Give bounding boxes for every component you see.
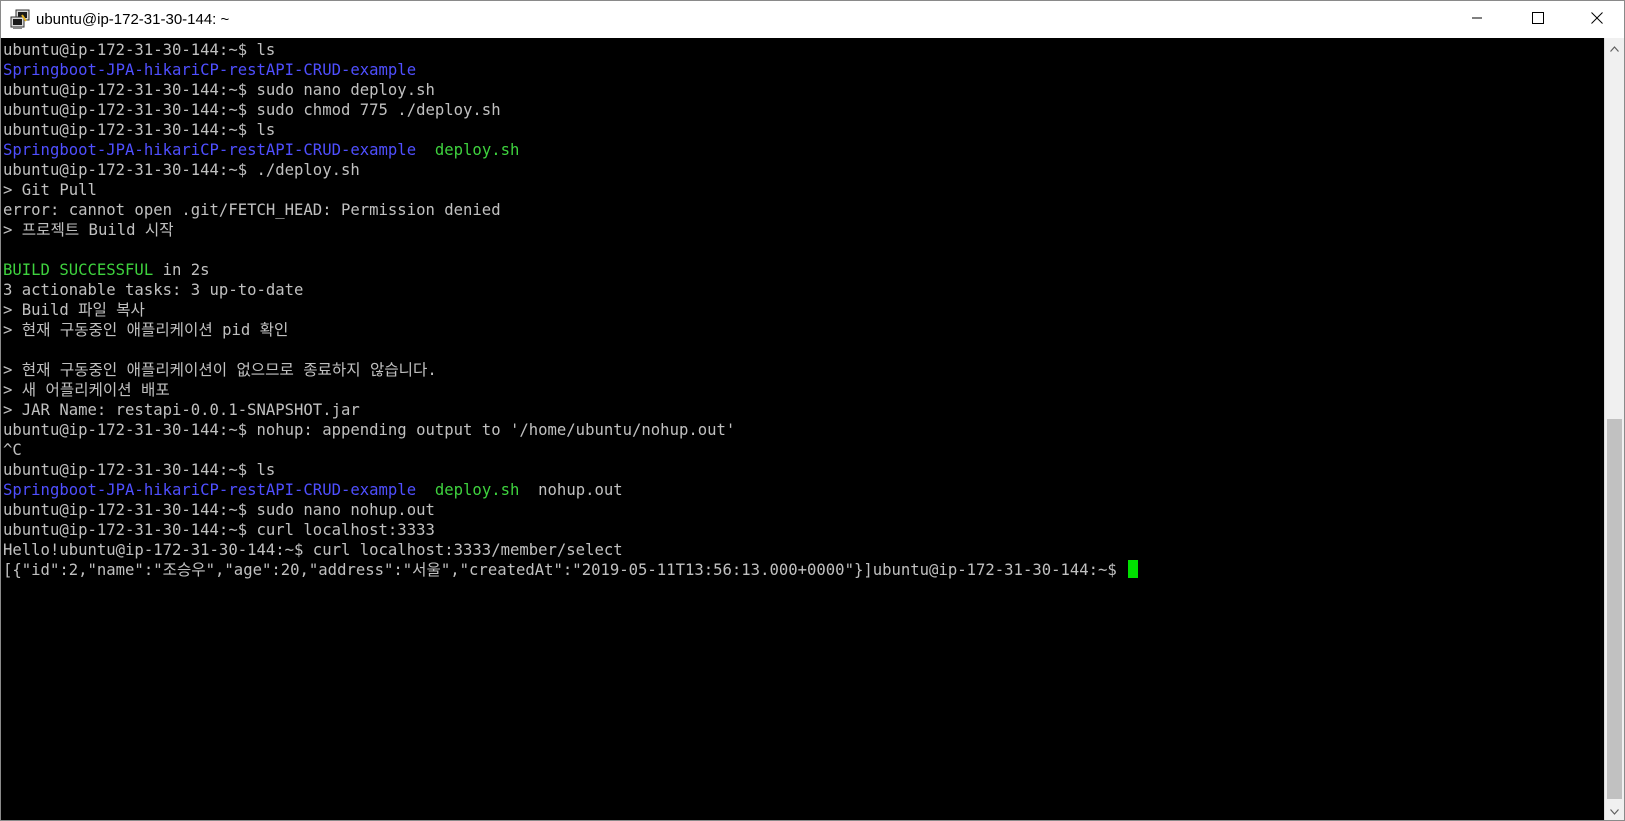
- terminal-line: > 현재 구동중인 애플리케이션 pid 확인: [1, 320, 1605, 340]
- terminal-text-segment: > Build 파일 복사: [3, 301, 145, 319]
- terminal-line: ubuntu@ip-172-31-30-144:~$ ls: [1, 40, 1605, 60]
- scroll-down-arrow-icon: [1610, 802, 1619, 820]
- terminal-text-segment: Springboot-JPA-hikariCP-restAPI-CRUD-exa…: [3, 141, 417, 159]
- terminal-text-segment: deploy.sh: [434, 481, 520, 499]
- terminal-cursor: [1128, 560, 1139, 578]
- window-title: ubuntu@ip-172-31-30-144: ~: [36, 11, 230, 28]
- vertical-scrollbar[interactable]: [1604, 38, 1624, 820]
- terminal-line: ubuntu@ip-172-31-30-144:~$ sudo nano noh…: [1, 500, 1605, 520]
- terminal-text-segment: deploy.sh: [434, 141, 520, 159]
- close-button[interactable]: [1568, 1, 1624, 38]
- terminal-text-segment: ^C: [3, 441, 22, 459]
- terminal-line: ubuntu@ip-172-31-30-144:~$ ls: [1, 120, 1605, 140]
- terminal-text-segment: ubuntu@ip-172-31-30-144:~$ ls: [3, 461, 276, 479]
- title-bar[interactable]: ubuntu@ip-172-31-30-144: ~: [1, 1, 1624, 38]
- terminal-text-segment: ubuntu@ip-172-31-30-144:~$ ./deploy.sh: [3, 161, 360, 179]
- terminal-line: ubuntu@ip-172-31-30-144:~$ ./deploy.sh: [1, 160, 1605, 180]
- minimize-button[interactable]: [1448, 1, 1506, 38]
- terminal-line: > JAR Name: restapi-0.0.1-SNAPSHOT.jar: [1, 400, 1605, 420]
- terminal-text-segment: Springboot-JPA-hikariCP-restAPI-CRUD-exa…: [3, 481, 417, 499]
- maximize-icon: [1532, 11, 1544, 28]
- terminal-text-segment: > 새 어플리케이션 배포: [3, 381, 170, 399]
- terminal-text-segment: > 프로젝트 Build 시작: [3, 221, 174, 239]
- close-icon: [1591, 11, 1603, 28]
- maximize-button[interactable]: [1509, 1, 1567, 38]
- terminal-text-segment: > Git Pull: [3, 181, 97, 199]
- terminal-line: ubuntu@ip-172-31-30-144:~$ ls: [1, 460, 1605, 480]
- terminal-output[interactable]: ubuntu@ip-172-31-30-144:~$ ls Springboot-…: [1, 38, 1605, 820]
- terminal-line: [{"id":2,"name":"조승우","age":20,"address"…: [1, 560, 1605, 580]
- terminal-line: Springboot-JPA-hikariCP-restAPI-CRUD-exa…: [1, 60, 1605, 80]
- terminal-text-segment: ubuntu@ip-172-31-30-144:~$ ls: [3, 121, 276, 139]
- terminal-text-segment: ubuntu@ip-172-31-30-144:~$ sudo nano noh…: [3, 501, 435, 519]
- terminal-text-segment: ubuntu@ip-172-31-30-144:~$ nohup: append…: [3, 421, 736, 439]
- terminal-line: Springboot-JPA-hikariCP-restAPI-CRUD-exa…: [1, 140, 1605, 160]
- terminal-line: > 프로젝트 Build 시작: [1, 220, 1605, 240]
- scroll-up-arrow-icon: [1610, 39, 1619, 57]
- terminal-line: > 새 어플리케이션 배포: [1, 380, 1605, 400]
- terminal-line: > Build 파일 복사: [1, 300, 1605, 320]
- terminal-line: > Git Pull: [1, 180, 1605, 200]
- terminal-text-segment: error: cannot open .git/FETCH_HEAD: Perm…: [3, 201, 501, 219]
- terminal-line: BUILD SUCCESSFUL in 2s: [1, 260, 1605, 280]
- terminal-text-segment: in 2s: [153, 261, 210, 279]
- scroll-up-button[interactable]: [1605, 38, 1624, 57]
- terminal-line: Hello!ubuntu@ip-172-31-30-144:~$ curl lo…: [1, 540, 1605, 560]
- terminal-text-segment: ubuntu@ip-172-31-30-144:~$ sudo nano dep…: [3, 81, 435, 99]
- minimize-icon: [1471, 11, 1483, 28]
- terminal-text-segment: > 현재 구동중인 애플리케이션 pid 확인: [3, 321, 289, 339]
- scroll-down-button[interactable]: [1605, 801, 1624, 820]
- terminal-text-segment: ubuntu@ip-172-31-30-144:~$ ls: [3, 41, 276, 59]
- terminal-text-segment: Hello!ubuntu@ip-172-31-30-144:~$ curl lo…: [3, 541, 623, 559]
- terminal-text-segment: ubuntu@ip-172-31-30-144:~$ curl localhos…: [3, 521, 435, 539]
- terminal-line: ubuntu@ip-172-31-30-144:~$ sudo chmod 77…: [1, 100, 1605, 120]
- terminal-text-segment: > JAR Name: restapi-0.0.1-SNAPSHOT.jar: [3, 401, 360, 419]
- terminal-line: error: cannot open .git/FETCH_HEAD: Perm…: [1, 200, 1605, 220]
- terminal-text-segment: 3 actionable tasks: 3 up-to-date: [3, 281, 304, 299]
- terminal-text-segment: [{"id":2,"name":"조승우","age":20,"address"…: [3, 561, 1127, 579]
- terminal-text-segment: > 현재 구동중인 애플리케이션이 없으므로 종료하지 않습니다.: [3, 361, 437, 379]
- scrollbar-thumb[interactable]: [1607, 419, 1622, 799]
- terminal-line: 3 actionable tasks: 3 up-to-date: [1, 280, 1605, 300]
- terminal-window: ubuntu@ip-172-31-30-144: ~ ubuntu@ip-172…: [0, 0, 1625, 821]
- terminal-line: ^C: [1, 440, 1605, 460]
- terminal-line: ubuntu@ip-172-31-30-144:~$ curl localhos…: [1, 520, 1605, 540]
- putty-terminal-icon[interactable]: [10, 8, 32, 30]
- terminal-text-segment: BUILD SUCCESSFUL: [3, 261, 154, 279]
- terminal-text-segment: nohup.out: [519, 481, 623, 499]
- terminal-text-segment: Springboot-JPA-hikariCP-restAPI-CRUD-exa…: [3, 61, 417, 79]
- terminal-line: > 현재 구동중인 애플리케이션이 없으므로 종료하지 않습니다.: [1, 360, 1605, 380]
- terminal-line: ubuntu@ip-172-31-30-144:~$ sudo nano dep…: [1, 80, 1605, 100]
- terminal-line: ubuntu@ip-172-31-30-144:~$ nohup: append…: [1, 420, 1605, 440]
- terminal-line: Springboot-JPA-hikariCP-restAPI-CRUD-exa…: [1, 480, 1605, 500]
- terminal-text-segment: ubuntu@ip-172-31-30-144:~$ sudo chmod 77…: [3, 101, 501, 119]
